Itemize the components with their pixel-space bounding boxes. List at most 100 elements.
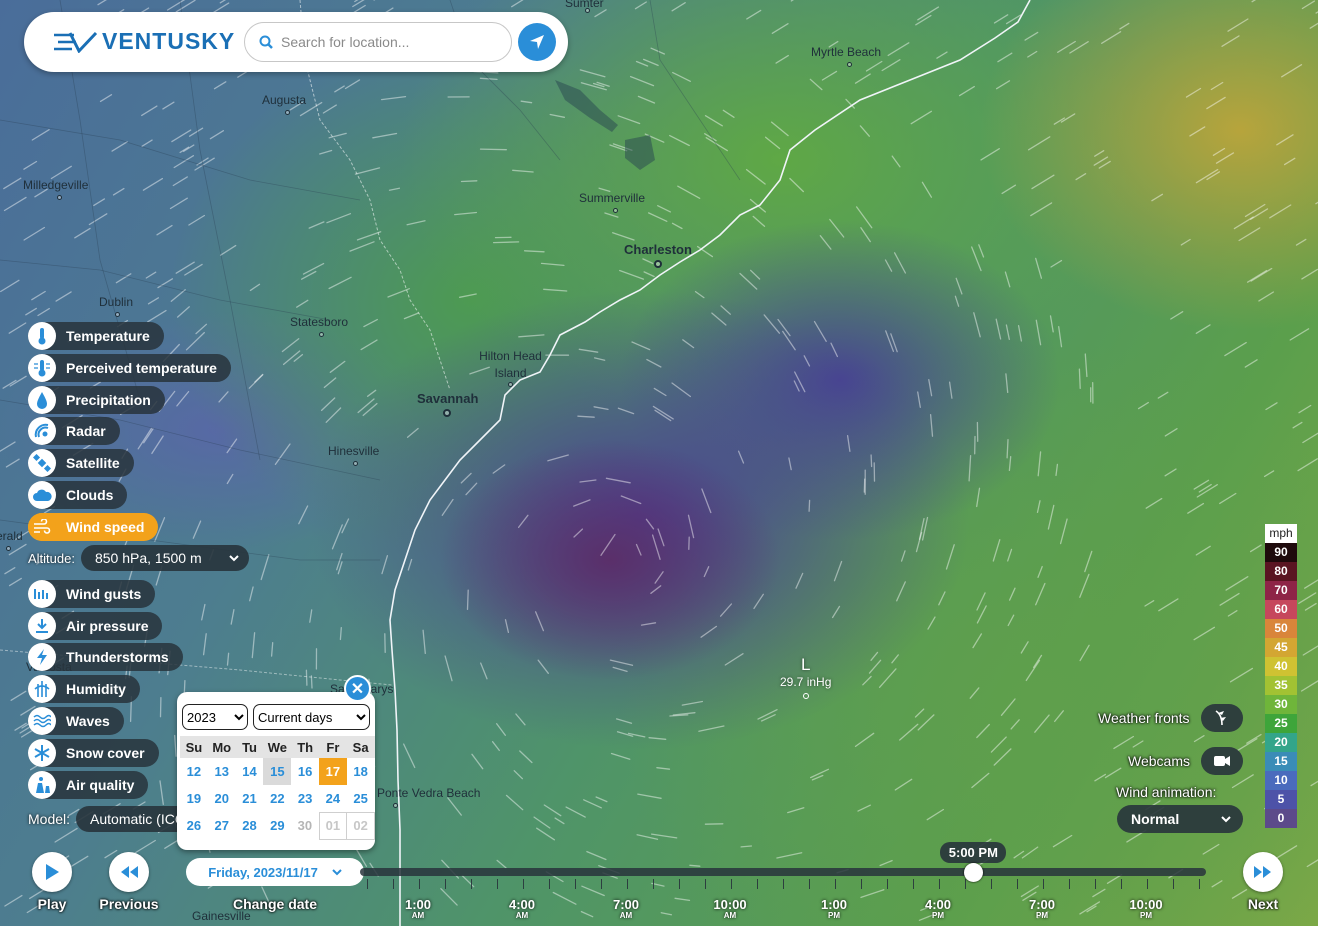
- air-quality-icon: [28, 771, 56, 799]
- waves-icon: [28, 707, 56, 735]
- weather-fronts-toggle[interactable]: [1201, 704, 1243, 732]
- timeline-track[interactable]: [360, 868, 1206, 876]
- layer-air-quality[interactable]: Air quality: [28, 771, 149, 799]
- date-select[interactable]: Friday, 2023/11/17: [186, 858, 364, 886]
- legend-step: 45: [1265, 638, 1297, 657]
- calendar-close-button[interactable]: ✕: [344, 675, 371, 702]
- altitude-control: Altitude: 850 hPa, 1500 m: [28, 545, 249, 571]
- header-bar: VENTUSKY: [24, 12, 568, 72]
- calendar-day[interactable]: 13: [208, 758, 236, 785]
- timeline-label: 4:00 AM: [508, 897, 536, 920]
- cloud-icon: [28, 481, 56, 509]
- calendar-day[interactable]: 22: [263, 785, 291, 812]
- coastline: [389, 0, 1031, 926]
- calendar-popup: 2023 Current days Su Mo Tu We Th Fr Sa 1…: [177, 692, 375, 850]
- weekday-header: Su: [180, 736, 208, 758]
- weekday-header: Fr: [319, 736, 347, 758]
- close-icon: ✕: [350, 680, 365, 698]
- city-label: Savannah: [417, 391, 478, 417]
- calendar-day[interactable]: 24: [319, 785, 347, 812]
- legend-step: 30: [1265, 695, 1297, 714]
- layer-perceived-temperature[interactable]: Perceived temperature: [28, 354, 231, 382]
- thermometer-icon: [28, 322, 56, 350]
- year-select[interactable]: 2023: [182, 704, 248, 730]
- fast-forward-icon: [1254, 866, 1271, 878]
- layer-snow-cover[interactable]: Snow cover: [28, 739, 159, 767]
- calendar-day[interactable]: 23: [291, 785, 319, 812]
- weather-fronts-label: Weather fronts: [1098, 710, 1190, 726]
- altitude-select[interactable]: 850 hPa, 1500 m: [80, 545, 249, 571]
- calendar-day[interactable]: 14: [236, 758, 264, 785]
- city-label: Statesboro: [290, 315, 348, 337]
- weekday-header: We: [263, 736, 292, 758]
- humidity-icon: [28, 675, 56, 703]
- calendar-day[interactable]: 16: [291, 758, 319, 785]
- legend-step: 90: [1265, 543, 1297, 562]
- layer-temperature[interactable]: Temperature: [28, 322, 164, 350]
- layer-wind-gusts[interactable]: Wind gusts: [28, 580, 156, 608]
- calendar-day[interactable]: 21: [236, 785, 264, 812]
- range-select[interactable]: Current days: [253, 704, 370, 730]
- calendar-day-disabled: 01: [318, 811, 348, 840]
- legend-step: 25: [1265, 714, 1297, 733]
- color-legend: mph 90 80 70 60 50 45 40 35 30 25 20 15 10 5 0: [1265, 524, 1297, 828]
- chevron-down-icon: [332, 868, 342, 875]
- calendar-day[interactable]: 26: [180, 812, 208, 839]
- city-label: Sumter: [565, 0, 604, 13]
- timeline-label: 7:00 AM: [612, 897, 640, 920]
- calendar-day-selected[interactable]: 17: [319, 758, 347, 785]
- logo-icon: [54, 31, 98, 53]
- next-button[interactable]: [1243, 852, 1283, 892]
- layer-air-pressure[interactable]: Air pressure: [28, 612, 163, 640]
- altitude-label: Altitude:: [28, 550, 75, 566]
- layer-humidity[interactable]: Humidity: [28, 675, 140, 703]
- lake: [625, 135, 655, 170]
- pressure-low-marker: L 29.7 inHg: [780, 655, 831, 699]
- timeline-label: 4:00 PM: [924, 897, 952, 920]
- legend-step: 70: [1265, 581, 1297, 600]
- layer-waves[interactable]: Waves: [28, 707, 124, 735]
- wind-animation-label: Wind animation:: [1116, 784, 1217, 800]
- calendar-day[interactable]: 18: [347, 758, 375, 785]
- calendar-day[interactable]: 27: [208, 812, 236, 839]
- lightning-icon: [28, 643, 56, 671]
- locate-button[interactable]: [518, 23, 556, 61]
- model-label: Model:: [28, 811, 71, 827]
- legend-step: 50: [1265, 619, 1297, 638]
- weekday-header: Th: [291, 736, 320, 758]
- calendar-day[interactable]: 29: [263, 812, 291, 839]
- calendar-day[interactable]: 12: [180, 758, 208, 785]
- next-label: Next: [1247, 896, 1279, 912]
- search-box[interactable]: [244, 22, 512, 62]
- layer-precipitation[interactable]: Precipitation: [28, 386, 165, 414]
- calendar-day[interactable]: 25: [347, 785, 375, 812]
- navigation-arrow-icon: [530, 35, 544, 49]
- wind-gusts-icon: [28, 580, 56, 608]
- legend-step: 40: [1265, 657, 1297, 676]
- search-input[interactable]: [281, 34, 491, 50]
- legend-step: 35: [1265, 676, 1297, 695]
- layer-radar[interactable]: Radar: [28, 417, 120, 445]
- brand-name: VENTUSKY: [102, 28, 236, 54]
- city-label: Hinesville: [328, 444, 379, 466]
- wind-animation-select[interactable]: Normal: [1117, 805, 1243, 833]
- layer-thunderstorms[interactable]: Thunderstorms: [28, 643, 183, 671]
- previous-button[interactable]: [109, 852, 149, 892]
- radar-icon: [28, 417, 56, 445]
- city-label: Augusta: [262, 93, 306, 115]
- calendar-day-today[interactable]: 15: [263, 758, 292, 785]
- layer-satellite[interactable]: Satellite: [28, 449, 134, 477]
- play-button[interactable]: [32, 852, 72, 892]
- layer-clouds[interactable]: Clouds: [28, 481, 128, 509]
- calendar-day[interactable]: 20: [208, 785, 236, 812]
- webcams-toggle[interactable]: [1201, 747, 1243, 775]
- calendar-day[interactable]: 19: [180, 785, 208, 812]
- legend-step: 5: [1265, 790, 1297, 809]
- legend-step: 80: [1265, 562, 1297, 581]
- timeline-current-time: 5:00 PM: [940, 842, 1007, 863]
- calendar-day[interactable]: 28: [236, 812, 264, 839]
- raindrop-icon: [28, 386, 56, 414]
- timeline-label: 10:00 PM: [1129, 897, 1163, 920]
- layer-wind-speed[interactable]: Wind speed: [28, 513, 159, 541]
- ventusky-logo[interactable]: VENTUSKY: [52, 28, 235, 55]
